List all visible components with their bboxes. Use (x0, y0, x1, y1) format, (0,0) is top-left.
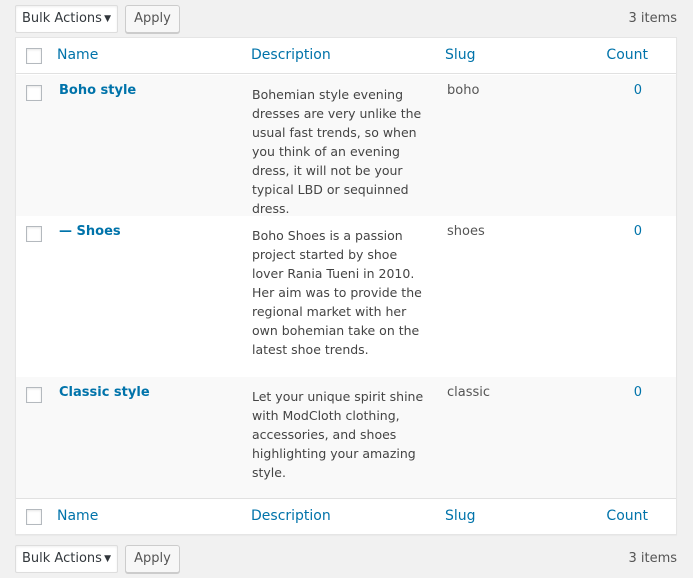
column-footer-count[interactable]: Count (606, 508, 648, 524)
apply-button[interactable]: Apply (125, 5, 180, 33)
row-checkbox[interactable] (26, 85, 42, 101)
column-header-description[interactable]: Description (251, 47, 331, 63)
term-description: Let your unique spirit shine with ModClo… (252, 389, 424, 480)
term-description: Bohemian style evening dresses are very … (252, 87, 422, 216)
row-checkbox[interactable] (26, 226, 42, 242)
column-header-name[interactable]: Name (57, 47, 98, 63)
column-footer-name[interactable]: Name (57, 508, 98, 524)
items-count-bottom: 3 items (628, 551, 677, 566)
table-row: — Shoes Boho Shoes is a passion project … (16, 216, 676, 377)
apply-button-bottom[interactable]: Apply (125, 545, 180, 573)
top-tablenav: Bulk Actions ▼ Apply 3 items (0, 5, 693, 35)
term-slug: classic (447, 385, 491, 400)
column-footer-description[interactable]: Description (251, 508, 331, 524)
term-description: Boho Shoes is a passion project started … (252, 228, 422, 357)
table-header: Name Description Slug Count (16, 38, 676, 74)
column-header-slug[interactable]: Slug (445, 47, 476, 63)
table-footer: Name Description Slug Count (16, 498, 676, 534)
term-slug: shoes (447, 224, 485, 239)
term-count-link[interactable]: 0 (634, 224, 642, 239)
bulk-actions-label: Bulk Actions (22, 551, 102, 566)
bulk-actions-select-bottom[interactable]: Bulk Actions ▼ (15, 545, 118, 573)
select-all-checkbox[interactable] (26, 48, 42, 64)
term-name-link[interactable]: — Shoes (59, 224, 121, 239)
bottom-tablenav: Bulk Actions ▼ Apply 3 items (0, 545, 693, 575)
term-slug: boho (447, 83, 480, 98)
column-footer-slug[interactable]: Slug (445, 508, 476, 524)
dropdown-arrow-icon: ▼ (104, 554, 111, 564)
terms-table: Name Description Slug Count Boho style B… (15, 37, 677, 535)
table-row: Classic style Let your unique spirit shi… (16, 377, 676, 499)
bulk-actions-label: Bulk Actions (22, 11, 102, 26)
column-header-count[interactable]: Count (606, 47, 648, 63)
term-count-link[interactable]: 0 (634, 385, 642, 400)
term-count-link[interactable]: 0 (634, 83, 642, 98)
term-name-link[interactable]: Classic style (59, 385, 150, 400)
table-row: Boho style Bohemian style evening dresse… (16, 75, 676, 216)
items-count: 3 items (628, 11, 677, 26)
dropdown-arrow-icon: ▼ (104, 14, 111, 24)
select-all-checkbox-footer[interactable] (26, 509, 42, 525)
bulk-actions-select[interactable]: Bulk Actions ▼ (15, 5, 118, 33)
row-checkbox[interactable] (26, 387, 42, 403)
term-name-link[interactable]: Boho style (59, 83, 136, 98)
